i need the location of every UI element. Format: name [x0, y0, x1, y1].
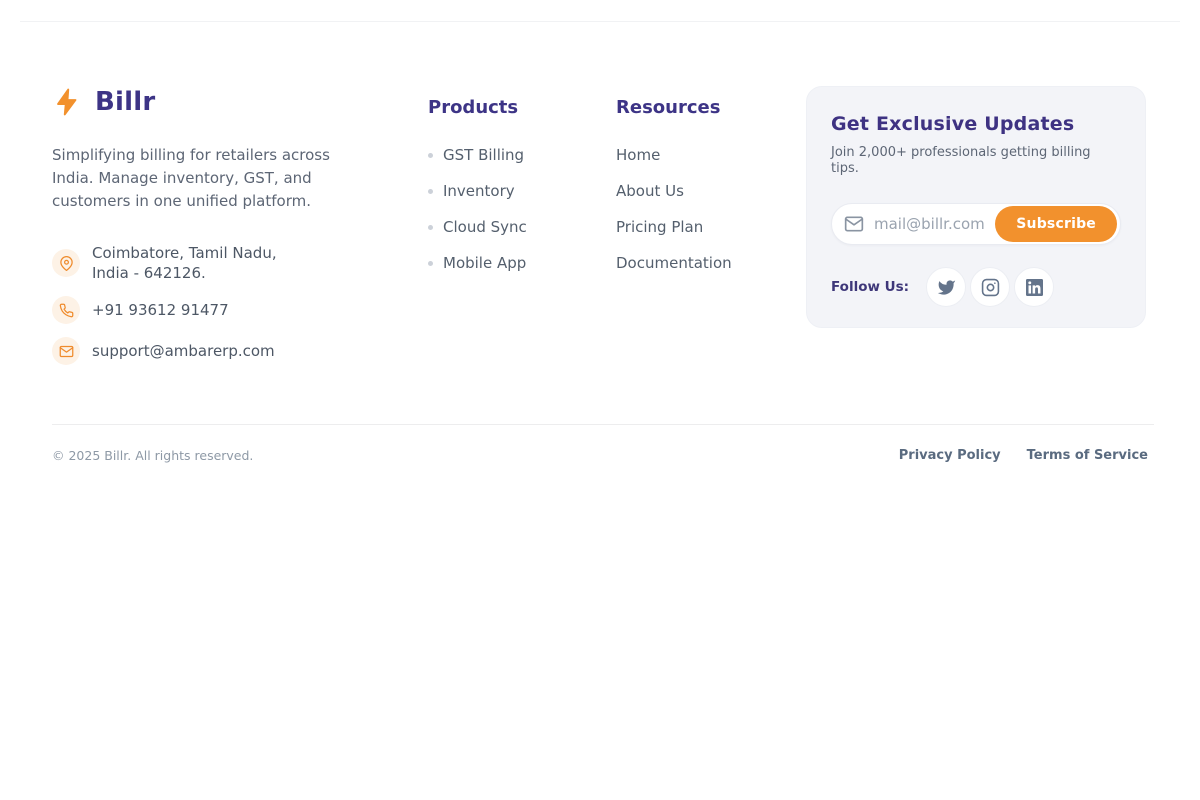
linkedin-button[interactable] — [1014, 267, 1054, 307]
resource-link-pricing-plan[interactable]: Pricing Plan — [616, 218, 703, 236]
instagram-icon — [981, 278, 1000, 297]
resource-link-home[interactable]: Home — [616, 146, 660, 164]
product-link-gst-billing[interactable]: GST Billing — [443, 146, 524, 164]
email-text: support@ambarerp.com — [92, 341, 275, 361]
contact-email: support@ambarerp.com — [52, 337, 428, 365]
phone-text: +91 93612 91477 — [92, 300, 229, 320]
privacy-policy-link[interactable]: Privacy Policy — [899, 448, 1001, 463]
bullet-dot-icon — [428, 225, 433, 230]
copyright-text: © 2025 Billr. All rights reserved. — [52, 448, 253, 463]
follow-row: Follow Us: — [831, 267, 1121, 307]
list-item: Mobile App — [428, 253, 616, 273]
resources-heading: Resources — [616, 97, 804, 119]
bullet-dot-icon — [428, 261, 433, 266]
list-item: GST Billing — [428, 145, 616, 165]
brand-name: Billr — [95, 87, 155, 117]
envelope-icon — [52, 337, 80, 365]
contact-phone: +91 93612 91477 — [52, 296, 428, 324]
twitter-icon — [937, 278, 956, 297]
product-link-mobile-app[interactable]: Mobile App — [443, 254, 526, 272]
resources-list: Home About Us Pricing Plan Documentation — [616, 145, 804, 273]
contact-list: Coimbatore, Tamil Nadu, India - 642126. … — [52, 243, 428, 365]
location-pin-icon — [52, 249, 80, 277]
twitter-button[interactable] — [926, 267, 966, 307]
address-text: Coimbatore, Tamil Nadu, India - 642126. — [92, 243, 277, 283]
list-item: Pricing Plan — [616, 217, 804, 237]
bullet-dot-icon — [428, 189, 433, 194]
top-divider — [20, 21, 1180, 22]
resource-link-documentation[interactable]: Documentation — [616, 254, 732, 272]
list-item: About Us — [616, 181, 804, 201]
brand-logo[interactable]: Billr — [52, 86, 428, 118]
phone-icon — [52, 296, 80, 324]
list-item: Cloud Sync — [428, 217, 616, 237]
newsletter-card: Get Exclusive Updates Join 2,000+ profes… — [806, 86, 1146, 328]
instagram-button[interactable] — [970, 267, 1010, 307]
contact-address: Coimbatore, Tamil Nadu, India - 642126. — [52, 243, 428, 283]
linkedin-icon — [1026, 279, 1043, 296]
resource-link-about-us[interactable]: About Us — [616, 182, 684, 200]
list-item: Inventory — [428, 181, 616, 201]
brand-tagline: Simplifying billing for retailers across… — [52, 144, 367, 213]
bottom-bar: © 2025 Billr. All rights reserved. Priva… — [52, 448, 1148, 463]
bottom-links: Privacy Policy Terms of Service — [899, 448, 1148, 463]
products-heading: Products — [428, 97, 616, 119]
lightning-bolt-icon — [52, 86, 82, 118]
billr-footer-page: Billr Simplifying billing for retailers … — [0, 0, 1200, 800]
list-item: Home — [616, 145, 804, 165]
product-link-cloud-sync[interactable]: Cloud Sync — [443, 218, 527, 236]
subscribe-button[interactable]: Subscribe — [995, 206, 1117, 242]
footer-main: Billr Simplifying billing for retailers … — [52, 84, 1146, 378]
products-column: Products GST Billing Inventory Cloud Syn… — [428, 84, 616, 289]
subscribe-form: Subscribe — [831, 203, 1121, 245]
list-item: Documentation — [616, 253, 804, 273]
follow-us-label: Follow Us: — [831, 279, 909, 295]
brand-column: Billr Simplifying billing for retailers … — [52, 84, 428, 378]
newsletter-subtext: Join 2,000+ professionals getting billin… — [831, 145, 1121, 177]
newsletter-heading: Get Exclusive Updates — [831, 113, 1121, 136]
terms-of-service-link[interactable]: Terms of Service — [1027, 448, 1148, 463]
product-link-inventory[interactable]: Inventory — [443, 182, 515, 200]
bullet-dot-icon — [428, 153, 433, 158]
products-list: GST Billing Inventory Cloud Sync Mobile … — [428, 145, 616, 273]
bottom-divider — [52, 424, 1154, 425]
resources-column: Resources Home About Us Pricing Plan Doc… — [616, 84, 804, 289]
